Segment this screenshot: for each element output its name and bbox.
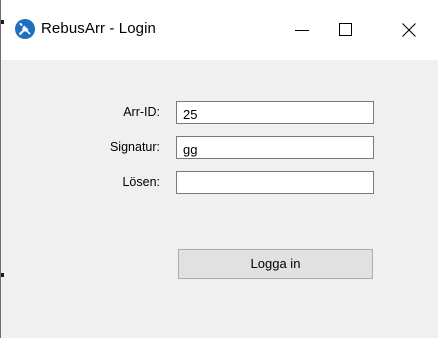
minimize-button[interactable] xyxy=(279,12,325,48)
arr-id-label: Arr-ID: xyxy=(123,105,160,119)
signatur-input[interactable] xyxy=(176,136,374,159)
arr-id-input[interactable] xyxy=(176,101,374,124)
losen-label: Lösen: xyxy=(122,175,160,189)
maximize-button[interactable] xyxy=(323,12,369,48)
signatur-label: Signatur: xyxy=(109,140,160,154)
losen-password-input[interactable] xyxy=(176,171,374,194)
maximize-icon xyxy=(339,23,352,36)
minimize-icon xyxy=(295,30,309,31)
close-button[interactable] xyxy=(386,12,432,48)
title-bar[interactable]: RebusArr - Login xyxy=(1,0,438,60)
login-window: RebusArr - Login Arr-ID: Signatur: Lösen… xyxy=(0,0,438,338)
window-title: RebusArr - Login xyxy=(41,20,156,37)
login-button[interactable]: Logga in xyxy=(178,249,373,279)
window-edge-mark xyxy=(1,273,4,277)
wrench-screwdriver-icon xyxy=(15,19,35,39)
close-icon xyxy=(402,23,416,37)
window-edge-mark xyxy=(1,20,4,24)
